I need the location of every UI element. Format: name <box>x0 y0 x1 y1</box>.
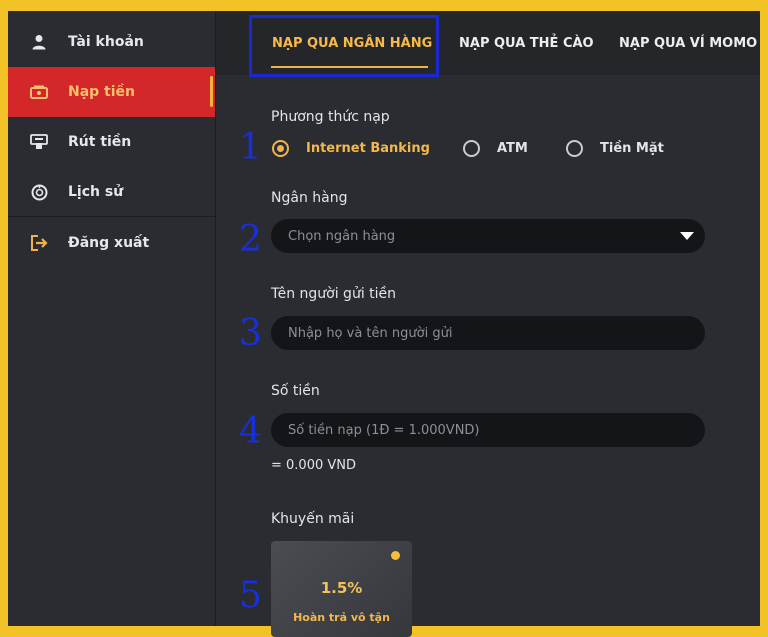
promotion-description: Hoàn trả vô tận <box>293 611 390 624</box>
annotation-2: 2 <box>239 219 262 260</box>
main-panel: NẠP QUA NGÂN HÀNG NẠP QUA THẺ CÀO NẠP QU… <box>216 11 760 637</box>
amount-label: Số tiền <box>271 383 320 399</box>
radio-checked-icon <box>272 139 289 157</box>
sidebar-item-label: Tài khoản <box>68 34 144 50</box>
radio-cash[interactable]: Tiền Mặt <box>566 137 664 159</box>
annotation-1: 1 <box>239 127 262 168</box>
sidebar-item-history[interactable]: Lịch sử <box>8 167 215 217</box>
sidebar-item-label: Đăng xuất <box>68 235 150 251</box>
annotation-4: 4 <box>239 411 262 452</box>
sender-name-input[interactable]: Nhập họ và tên người gửi <box>271 316 705 350</box>
bank-label: Ngân hàng <box>271 190 348 206</box>
sidebar-item-label: Nạp tiền <box>68 84 136 100</box>
sidebar-item-label: Rút tiền <box>68 134 132 150</box>
app-frame: Tài khoản Nạp tiền Rút tiền Lịch sử Đăng… <box>8 11 760 637</box>
user-icon <box>30 33 48 51</box>
promotion-card[interactable]: 1.5% Hoàn trả vô tận <box>271 541 412 637</box>
sidebar-item-account[interactable]: Tài khoản <box>8 17 215 67</box>
payment-method-label: Phương thức nạp <box>271 109 390 125</box>
annotation-5: 5 <box>239 575 262 616</box>
wallet-icon <box>30 83 48 101</box>
highlight-box <box>249 15 439 77</box>
promotion-percent: 1.5% <box>320 579 363 597</box>
caret-down-icon <box>680 232 694 240</box>
radio-internet-banking[interactable]: Internet Banking <box>272 137 430 159</box>
radio-label: ATM <box>497 140 528 156</box>
promotion-label: Khuyến mãi <box>271 511 355 527</box>
sidebar-item-withdraw[interactable]: Rút tiền <box>8 117 215 167</box>
bank-select[interactable]: Chọn ngân hàng <box>271 219 705 253</box>
bank-select-value: Chọn ngân hàng <box>288 228 396 244</box>
atm-icon <box>30 133 48 151</box>
sidebar: Tài khoản Nạp tiền Rút tiền Lịch sử Đăng… <box>8 11 215 626</box>
sidebar-item-logout[interactable]: Đăng xuất <box>8 218 215 268</box>
tab-momo-deposit[interactable]: NẠP QUA VÍ MOMO <box>619 11 757 75</box>
selected-dot-icon <box>391 551 400 560</box>
radio-unchecked-icon <box>463 139 480 157</box>
radio-label: Tiền Mặt <box>600 140 664 156</box>
tab-card-deposit[interactable]: NẠP QUA THẺ CÀO <box>459 11 594 75</box>
radio-atm[interactable]: ATM <box>463 137 528 159</box>
amount-placeholder: Số tiền nạp (1Đ = 1.000VND) <box>288 422 480 438</box>
amount-converted: = 0.000 VND <box>271 458 357 473</box>
radio-unchecked-icon <box>566 139 583 157</box>
sidebar-divider <box>8 216 215 217</box>
sidebar-item-label: Lịch sử <box>68 184 124 200</box>
annotation-3: 3 <box>239 313 262 354</box>
tab-bar: NẠP QUA NGÂN HÀNG NẠP QUA THẺ CÀO NẠP QU… <box>216 11 760 77</box>
radio-label: Internet Banking <box>306 140 430 156</box>
amount-input[interactable]: Số tiền nạp (1Đ = 1.000VND) <box>271 413 705 447</box>
sidebar-item-deposit[interactable]: Nạp tiền <box>8 67 215 117</box>
sender-name-placeholder: Nhập họ và tên người gửi <box>288 325 453 341</box>
logout-icon <box>30 234 48 252</box>
sender-name-label: Tên người gửi tiền <box>271 286 397 302</box>
history-icon <box>30 183 48 201</box>
